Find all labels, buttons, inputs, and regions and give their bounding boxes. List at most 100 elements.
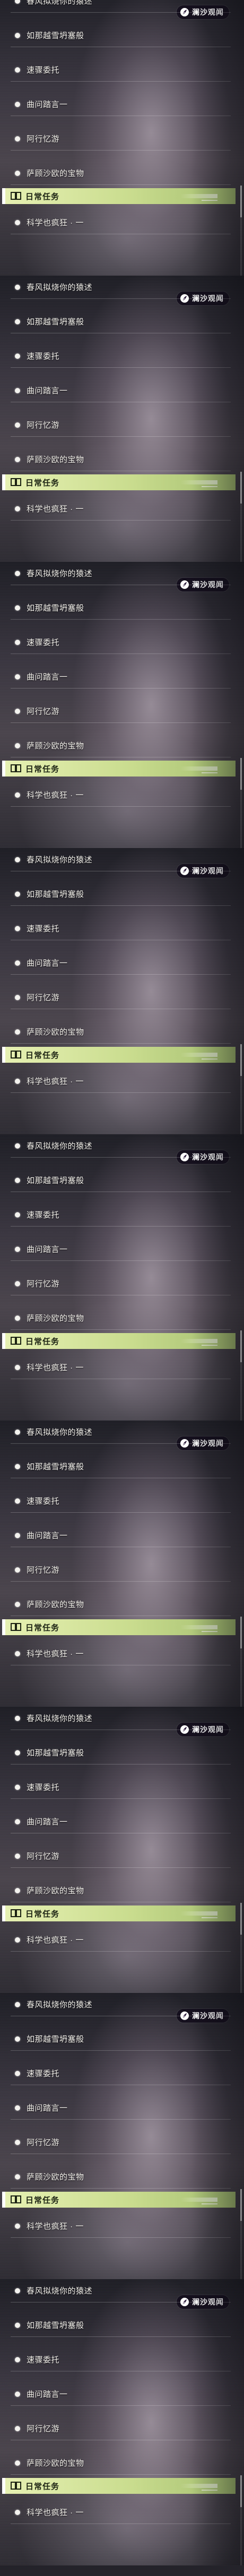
daily-quest-header[interactable]: 日常任务 — [2, 1047, 236, 1063]
daily-quest-header[interactable]: 日常任务 — [2, 474, 236, 490]
quest-bullet-icon — [15, 605, 20, 611]
scrollbar-thumb[interactable] — [240, 2475, 242, 2507]
quest-row[interactable]: 春风拟烧你的猿述 — [11, 1993, 231, 2016]
quest-row[interactable]: 萨顾沙欧的宝物 — [11, 1307, 231, 1330]
scrollbar[interactable] — [240, 186, 242, 276]
daily-quest-header[interactable]: 日常任务 — [2, 761, 236, 777]
quest-row[interactable]: 萨顾沙欧的宝物 — [11, 162, 231, 185]
quest-row[interactable]: 曲问踏言一 — [11, 1238, 231, 1261]
quest-row[interactable]: 速骤委托 — [11, 631, 231, 654]
quest-row[interactable]: 如那越雪坍塞般 — [11, 596, 231, 620]
quest-row[interactable]: 速骤委托 — [11, 1776, 231, 1799]
quest-row[interactable]: 如那越雪坍塞般 — [11, 310, 231, 333]
quest-row[interactable]: 如那越雪坍塞般 — [11, 1169, 231, 1192]
quest-row[interactable]: 速骤委托 — [11, 58, 231, 82]
scrollbar-thumb[interactable] — [240, 758, 242, 790]
quest-row[interactable]: 如那越雪坍塞般 — [11, 883, 231, 906]
quest-row[interactable]: 速骤委托 — [11, 917, 231, 940]
scrollbar-thumb[interactable] — [240, 1330, 242, 1362]
scrollbar-thumb[interactable] — [240, 1903, 242, 1935]
scrollbar[interactable] — [240, 758, 242, 848]
daily-quest-row[interactable]: 科学也疯狂 · 一 — [11, 1356, 231, 1379]
daily-quest-row[interactable]: 科学也疯狂 · 一 — [11, 497, 231, 521]
quest-label: 曲问踏言一 — [27, 100, 68, 109]
quest-row[interactable]: 春风拟烧你的猿述 — [11, 1421, 231, 1444]
quest-row[interactable]: 萨顾沙欧的宝物 — [11, 1020, 231, 1044]
quest-row[interactable]: 萨顾沙欧的宝物 — [11, 2165, 231, 2189]
quest-row[interactable]: 如那越雪坍塞般 — [11, 2314, 231, 2337]
scrollbar[interactable] — [240, 1044, 242, 1134]
daily-quest-header[interactable]: 日常任务 — [2, 2478, 236, 2494]
daily-quest-header[interactable]: 日常任务 — [2, 1905, 236, 1921]
quest-row[interactable]: 曲问踏言一 — [11, 665, 231, 689]
quest-row[interactable]: 如那越雪坍塞般 — [11, 1741, 231, 1765]
quest-label: 萨顾沙欧的宝物 — [27, 1886, 84, 1895]
daily-quest-row[interactable]: 科学也疯狂 · 一 — [11, 211, 231, 234]
scrollbar-thumb[interactable] — [240, 1617, 242, 1648]
quest-row[interactable]: 如那越雪坍塞般 — [11, 24, 231, 47]
daily-quest-row[interactable]: 科学也疯狂 · 一 — [11, 783, 231, 807]
quest-row[interactable]: 阿行忆游 — [11, 1272, 231, 1295]
quest-row[interactable]: 曲问踏言一 — [11, 1524, 231, 1547]
quest-row[interactable]: 曲问踏言一 — [11, 379, 231, 402]
quest-row[interactable]: 阿行忆游 — [11, 700, 231, 723]
quest-bullet-icon — [15, 1819, 20, 1824]
quest-row[interactable]: 阿行忆游 — [11, 2131, 231, 2154]
quest-row[interactable]: 春风拟烧你的猿述 — [11, 1134, 231, 1158]
scrollbar[interactable] — [240, 472, 242, 562]
daily-quest-row[interactable]: 科学也疯狂 · 一 — [11, 1928, 231, 1952]
quest-row[interactable]: 速骤委托 — [11, 1203, 231, 1227]
quest-row[interactable]: 春风拟烧你的猿述 — [11, 562, 231, 585]
quest-row[interactable]: 曲问踏言一 — [11, 2096, 231, 2120]
quest-label: 阿行忆游 — [27, 2138, 60, 2147]
quest-row[interactable]: 曲问踏言一 — [11, 1810, 231, 1833]
scrollbar[interactable] — [240, 2475, 242, 2565]
quest-panel: 澜沙观闻 春风拟烧你的猿述 如那越雪坍塞般 速骤委托 曲问踏言一 阿行忆游 萨顾… — [0, 1707, 244, 1993]
quest-row[interactable]: 春风拟烧你的猿述 — [11, 848, 231, 871]
quest-row[interactable]: 萨顾沙欧的宝物 — [11, 1593, 231, 1616]
quest-row[interactable]: 曲问踏言一 — [11, 93, 231, 116]
quest-row[interactable]: 速骤委托 — [11, 1489, 231, 1513]
quest-row[interactable]: 如那越雪坍塞般 — [11, 1455, 231, 1478]
quest-row[interactable]: 速骤委托 — [11, 345, 231, 368]
daily-quest-row[interactable]: 科学也疯狂 · 一 — [11, 1642, 231, 1665]
scrollbar-thumb[interactable] — [240, 1044, 242, 1076]
quest-row[interactable]: 春风拟烧你的猿述 — [11, 0, 231, 13]
scrollbar[interactable] — [240, 1330, 242, 1421]
quest-label: 春风拟烧你的猿述 — [27, 569, 93, 578]
quest-row[interactable]: 阿行忆游 — [11, 127, 231, 151]
quest-row[interactable]: 春风拟烧你的猿述 — [11, 1707, 231, 1730]
scrollbar-thumb[interactable] — [240, 186, 242, 217]
daily-quest-row[interactable]: 科学也疯狂 · 一 — [11, 2501, 231, 2524]
scrollbar[interactable] — [240, 1617, 242, 1707]
daily-quest-header[interactable]: 日常任务 — [2, 188, 236, 204]
daily-quest-row[interactable]: 科学也疯狂 · 一 — [11, 1070, 231, 1093]
quest-row[interactable]: 如那越雪坍塞般 — [11, 2027, 231, 2051]
quest-row[interactable]: 曲问踏言一 — [11, 2383, 231, 2406]
daily-quest-header[interactable]: 日常任务 — [2, 1619, 236, 1635]
quest-row[interactable]: 速骤委托 — [11, 2348, 231, 2371]
scrollbar-thumb[interactable] — [240, 472, 242, 504]
quest-row[interactable]: 阿行忆游 — [11, 1845, 231, 1868]
quest-bullet-icon — [15, 456, 20, 462]
quest-bullet-icon — [15, 2460, 20, 2466]
scrollbar[interactable] — [240, 1903, 242, 1993]
scrollbar[interactable] — [240, 2189, 242, 2279]
quest-row[interactable]: 阿行忆游 — [11, 986, 231, 1009]
quest-row[interactable]: 萨顾沙欧的宝物 — [11, 734, 231, 757]
daily-quest-row[interactable]: 科学也疯狂 · 一 — [11, 2215, 231, 2238]
quest-row[interactable]: 春风拟烧你的猿述 — [11, 276, 231, 299]
quest-bullet-icon — [15, 743, 20, 748]
quest-row[interactable]: 速骤委托 — [11, 2062, 231, 2085]
quest-row[interactable]: 曲问踏言一 — [11, 951, 231, 975]
quest-row[interactable]: 阿行忆游 — [11, 2417, 231, 2440]
quest-row[interactable]: 萨顾沙欧的宝物 — [11, 1879, 231, 1902]
daily-quest-header[interactable]: 日常任务 — [2, 2192, 236, 2208]
quest-row[interactable]: 萨顾沙欧的宝物 — [11, 2451, 231, 2475]
scrollbar-thumb[interactable] — [240, 2189, 242, 2221]
quest-row[interactable]: 阿行忆游 — [11, 1558, 231, 1582]
daily-quest-header[interactable]: 日常任务 — [2, 1333, 236, 1349]
quest-row[interactable]: 阿行忆游 — [11, 413, 231, 437]
quest-row[interactable]: 春风拟烧你的猿述 — [11, 2279, 231, 2302]
quest-row[interactable]: 萨顾沙欧的宝物 — [11, 448, 231, 471]
